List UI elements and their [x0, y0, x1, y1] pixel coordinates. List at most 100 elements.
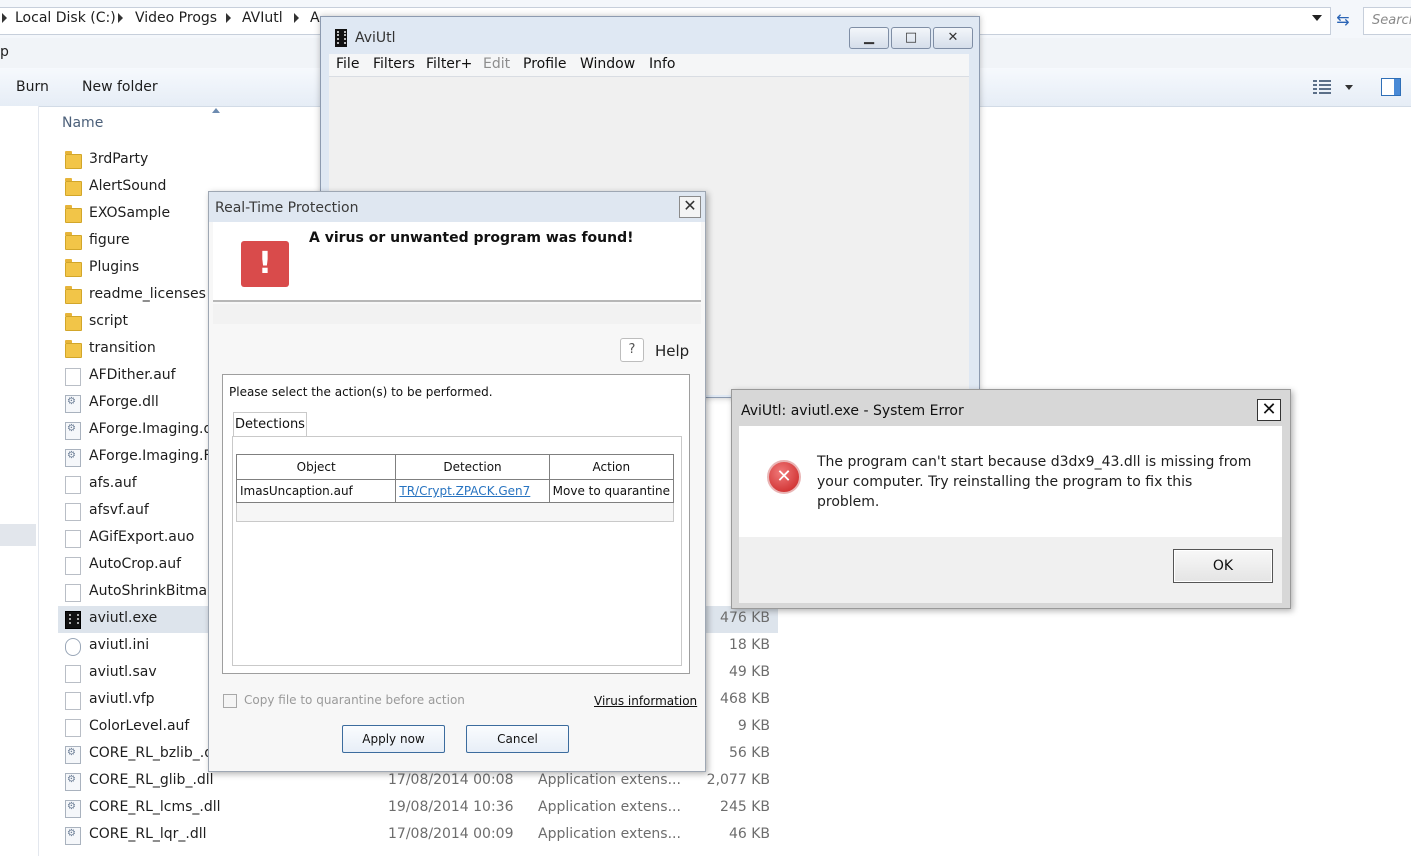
folder-icon [65, 313, 82, 331]
column-header-name[interactable]: Name [62, 115, 103, 131]
file-name: aviutl.exe [89, 610, 158, 626]
chevron-down-icon[interactable] [1312, 15, 1322, 21]
file-date: 17/08/2014 00:08 [388, 772, 514, 788]
menu-window[interactable]: Window [580, 56, 635, 72]
real-time-protection-dialog: Real-Time Protection ✕ ! A virus or unwa… [208, 191, 706, 772]
menu-info[interactable]: Info [649, 56, 676, 72]
file-size: 56 KB [728, 745, 770, 761]
file-size: 245 KB [720, 799, 770, 815]
copy-to-quarantine-checkbox[interactable] [223, 694, 237, 708]
refresh-icon[interactable]: ⇆ [1332, 9, 1354, 31]
exe-icon [65, 611, 81, 629]
breadcrumb-video-progs[interactable]: Video Progs [135, 10, 217, 26]
file-name: figure [89, 232, 130, 248]
burn-button[interactable]: Burn [16, 79, 49, 95]
file-size: 468 KB [720, 691, 770, 707]
dll-icon [65, 773, 81, 791]
action-panel: Please select the action(s) to be perfor… [222, 374, 690, 674]
folder-icon [65, 286, 82, 304]
menu-filter-plus[interactable]: Filter+ [426, 56, 472, 72]
chevron-down-icon[interactable] [1345, 85, 1353, 90]
file-name: 3rdParty [89, 151, 149, 167]
aviutl-app-icon [335, 29, 347, 47]
file-icon [65, 692, 81, 710]
close-button[interactable]: ✕ [679, 196, 701, 218]
alert-message: A virus or unwanted program was found! [309, 230, 634, 246]
dll-icon [65, 827, 81, 845]
file-icon [65, 530, 81, 548]
virus-information-link[interactable]: Virus information [594, 694, 697, 708]
table-row-empty [236, 502, 674, 522]
dialog-title: Real-Time Protection [215, 200, 359, 216]
error-body: ✕ The program can't start because d3dx9_… [739, 426, 1282, 537]
file-icon [65, 503, 81, 521]
file-icon [65, 584, 81, 602]
chevron-right-icon[interactable] [226, 13, 231, 23]
file-name: AGifExport.auo [89, 529, 195, 545]
system-error-dialog: AviUtl: aviutl.exe - System Error ✕ ✕ Th… [731, 389, 1291, 609]
menu-profile[interactable]: Profile [523, 56, 567, 72]
folder-icon [65, 178, 82, 196]
header-divider [213, 304, 701, 324]
chevron-right-icon[interactable] [2, 13, 7, 23]
navigation-pane-selection[interactable] [0, 524, 36, 546]
list-item[interactable]: CORE_RL_lqr_.dll 17/08/2014 00:09 Applicat… [58, 822, 778, 849]
preview-pane-icon[interactable] [1381, 78, 1401, 96]
tab-detections[interactable]: Detections [233, 412, 307, 437]
list-item[interactable]: CORE_RL_lcms_.dll 19/08/2014 10:36 Applica… [58, 795, 778, 822]
detection-action-select[interactable]: Move to quarantine [548, 479, 675, 503]
new-folder-button[interactable]: New folder [82, 79, 158, 95]
error-message: The program can't start because d3dx9_43… [817, 454, 1252, 510]
dialog-titlebar: Real-Time Protection ✕ [209, 192, 705, 222]
menu-file[interactable]: File [336, 56, 359, 72]
alert-header: ! A virus or unwanted program was found! [213, 222, 701, 302]
dll-icon [65, 800, 81, 818]
file-size: 46 KB [728, 826, 770, 842]
file-name: EXOSample [89, 205, 171, 221]
detection-name-link[interactable]: TR/Crypt.ZPACK.Gen7 [395, 479, 550, 503]
file-icon [65, 368, 81, 386]
file-type: Application extens... [538, 772, 681, 788]
breadcrumb-local-disk[interactable]: Local Disk (C:) [15, 10, 116, 26]
search-input[interactable]: Search [1363, 7, 1411, 35]
cancel-button[interactable]: Cancel [466, 725, 569, 753]
navigation-pane [0, 106, 39, 856]
close-button[interactable]: ✕ [933, 27, 973, 49]
file-size: 2,077 KB [706, 772, 770, 788]
column-header-detection[interactable]: Detection [395, 454, 550, 480]
file-date: 19/08/2014 10:36 [388, 799, 514, 815]
maximize-button[interactable]: □ [891, 27, 931, 49]
file-name: AutoShrinkBitmap [89, 583, 216, 599]
table-row[interactable]: ImasUncaption.auf TR/Crypt.ZPACK.Gen7 Mo… [235, 479, 675, 503]
chevron-right-icon[interactable] [118, 13, 123, 23]
dll-icon [65, 746, 81, 764]
file-name: CORE_RL_lqr_.dll [89, 826, 207, 842]
file-date: 17/08/2014 00:09 [388, 826, 514, 842]
menu-filters[interactable]: Filters [373, 56, 415, 72]
file-name: aviutl.ini [89, 637, 150, 653]
apply-now-button[interactable]: Apply now [342, 725, 445, 753]
column-header-action[interactable]: Action [548, 454, 675, 480]
breadcrumb-current[interactable]: A [310, 10, 320, 26]
menu-fragment[interactable]: p [0, 44, 9, 60]
action-prompt: Please select the action(s) to be perfor… [229, 385, 493, 399]
error-icon: ✕ [767, 460, 801, 494]
view-options-icon[interactable] [1313, 80, 1331, 94]
copy-to-quarantine-label: Copy file to quarantine before action [244, 693, 465, 707]
file-name: CORE_RL_lcms_.dll [89, 799, 221, 815]
minimize-button[interactable]: ▁ [849, 27, 889, 49]
file-name: ColorLevel.auf [89, 718, 190, 734]
help-link[interactable]: Help [655, 342, 689, 360]
list-item[interactable]: CORE_RL_glib_.dll 17/08/2014 00:08 Applica… [58, 768, 778, 795]
close-button[interactable]: ✕ [1257, 399, 1281, 421]
folder-icon [65, 232, 82, 250]
column-header-object[interactable]: Object [235, 454, 397, 480]
breadcrumb-aviutl[interactable]: AVIutl [242, 10, 283, 26]
help-icon[interactable]: ? [620, 338, 644, 362]
file-name: AFDither.auf [89, 367, 176, 383]
file-name: AutoCrop.auf [89, 556, 182, 572]
ok-button[interactable]: OK [1173, 549, 1273, 583]
detection-object: ImasUncaption.auf [235, 479, 397, 503]
chevron-right-icon[interactable] [294, 13, 299, 23]
dll-icon [65, 422, 81, 440]
